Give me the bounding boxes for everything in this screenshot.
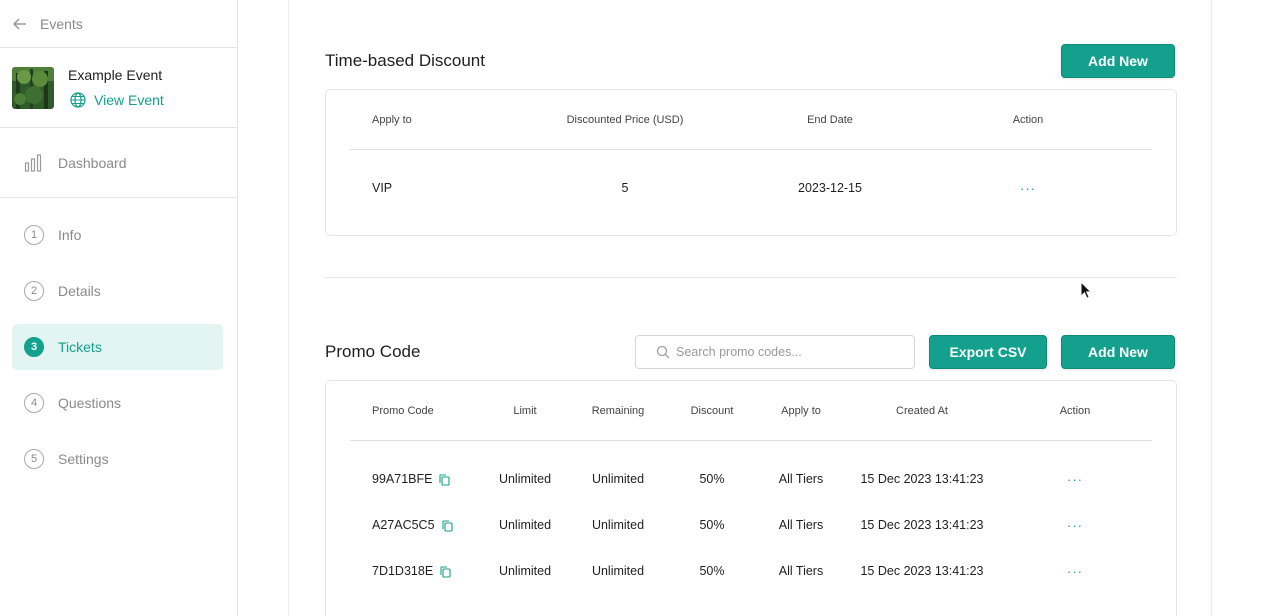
column-header: Discount [690, 404, 734, 417]
step-number-badge: 1 [24, 225, 44, 245]
column-header: Created At [896, 404, 948, 417]
time-discount-table: Apply to Discounted Price (USD) End Date… [325, 89, 1177, 236]
copy-icon[interactable] [439, 474, 451, 486]
sidebar-item-tickets[interactable]: 3 Tickets [12, 324, 223, 370]
sidebar-item-label: Details [58, 283, 101, 299]
sidebar-item-label: Info [58, 227, 82, 243]
table-row: A27AC5C5 Unlimited Unlimited 50% All Tie… [350, 502, 1152, 548]
section-title: Time-based Discount [325, 51, 485, 70]
section-divider [325, 277, 1177, 278]
column-header: Apply to [781, 404, 821, 417]
view-event-link[interactable]: View Event [68, 92, 164, 108]
row-actions-menu[interactable]: ··· [998, 518, 1152, 533]
row-actions-menu[interactable]: ··· [998, 472, 1152, 487]
column-header: Action [1012, 113, 1044, 126]
add-discount-button[interactable]: Add New [1061, 44, 1175, 78]
bar-chart-icon [24, 153, 42, 172]
column-header: Promo Code [372, 404, 434, 417]
sidebar-item-info[interactable]: 1 Info [12, 212, 223, 258]
created-at-cell: 15 Dec 2023 13:41:23 [860, 564, 984, 578]
time-discount-header: Time-based Discount Add New [325, 44, 1175, 78]
search-icon [656, 345, 670, 359]
search-input[interactable]: Search promo codes... [635, 335, 915, 369]
column-header: Discounted Price (USD) [566, 113, 684, 126]
remaining-cell: Unlimited [591, 518, 645, 532]
apply-to-cell: VIP [372, 181, 393, 195]
promo-code-cell: 99A71BFE [350, 472, 482, 486]
limit-cell: Unlimited [498, 564, 552, 578]
view-event-label: View Event [94, 92, 164, 108]
remaining-cell: Unlimited [591, 472, 645, 486]
step-list: 1 Info 2 Details 3 Tickets 4 Questions 5… [0, 198, 237, 482]
main-panel: Time-based Discount Add New Apply to Dis… [288, 0, 1212, 616]
column-header: Remaining [591, 404, 645, 417]
end-date-cell: 2023-12-15 [798, 181, 862, 195]
step-number-badge: 4 [24, 393, 44, 413]
event-card: Example Event View Event [0, 48, 237, 128]
sidebar-item-dashboard[interactable]: Dashboard [0, 128, 237, 198]
export-csv-button[interactable]: Export CSV [929, 335, 1047, 369]
globe-icon [70, 92, 86, 108]
created-at-cell: 15 Dec 2023 13:41:23 [860, 518, 984, 532]
promo-code-cell: A27AC5C5 [350, 518, 482, 532]
discount-cell: 50% [699, 564, 725, 578]
column-header: Limit [513, 404, 537, 417]
sidebar-item-label: Dashboard [58, 154, 127, 171]
mouse-pointer-icon [1080, 281, 1092, 299]
table-row: VIP 5 2023-12-15 ··· [350, 150, 1152, 226]
sidebar-item-label: Tickets [58, 339, 102, 355]
table-header: Apply to Discounted Price (USD) End Date… [350, 90, 1152, 150]
column-header: Apply to [372, 113, 412, 126]
remaining-cell: Unlimited [591, 564, 645, 578]
apply-to-cell: All Tiers [778, 472, 824, 486]
table-header: Promo Code Limit Remaining Discount Appl… [350, 381, 1152, 441]
back-to-events-link[interactable]: Events [0, 0, 237, 48]
arrow-left-icon [12, 17, 26, 30]
promo-code-value: 99A71BFE [372, 472, 433, 486]
promo-code-header: Promo Code Search promo codes... Export … [325, 335, 1175, 369]
row-actions-menu[interactable]: ··· [920, 181, 1136, 196]
back-label: Events [40, 15, 83, 32]
promo-code-value: 7D1D318E [372, 564, 434, 578]
add-promo-button[interactable]: Add New [1061, 335, 1175, 369]
step-number-badge: 3 [24, 337, 44, 357]
limit-cell: Unlimited [498, 518, 552, 532]
event-name: Example Event [68, 67, 163, 83]
step-number-badge: 5 [24, 449, 44, 469]
sidebar-item-details[interactable]: 2 Details [12, 268, 223, 314]
copy-icon[interactable] [440, 566, 451, 578]
promo-code-table: Promo Code Limit Remaining Discount Appl… [325, 380, 1177, 616]
table-row: 7D1D318E Unlimited Unlimited 50% All Tie… [350, 548, 1152, 594]
sidebar-item-label: Settings [58, 451, 109, 467]
sidebar: Events Example Event View Event Dashboar… [0, 0, 238, 616]
table-row: 99A71BFE Unlimited Unlimited 50% All Tie… [350, 456, 1152, 502]
promo-code-cell: 7D1D318E [350, 564, 482, 578]
step-number-badge: 2 [24, 281, 44, 301]
event-thumbnail [12, 66, 54, 109]
apply-to-cell: All Tiers [778, 518, 824, 532]
created-at-cell: 15 Dec 2023 13:41:23 [860, 472, 984, 486]
column-header: Action [1059, 404, 1091, 417]
copy-icon[interactable] [441, 520, 453, 532]
sidebar-item-label: Questions [58, 395, 122, 411]
column-header: End Date [807, 113, 853, 126]
row-actions-menu[interactable]: ··· [998, 564, 1152, 579]
section-title: Promo Code [325, 342, 421, 361]
discount-cell: 50% [699, 472, 725, 486]
discount-cell: 50% [699, 518, 725, 532]
apply-to-cell: All Tiers [778, 564, 824, 578]
price-cell: 5 [621, 181, 629, 195]
search-placeholder: Search promo codes... [676, 345, 802, 359]
promo-code-value: A27AC5C5 [372, 518, 435, 532]
sidebar-item-questions[interactable]: 4 Questions [12, 380, 223, 426]
sidebar-item-settings[interactable]: 5 Settings [12, 436, 223, 482]
limit-cell: Unlimited [498, 472, 552, 486]
